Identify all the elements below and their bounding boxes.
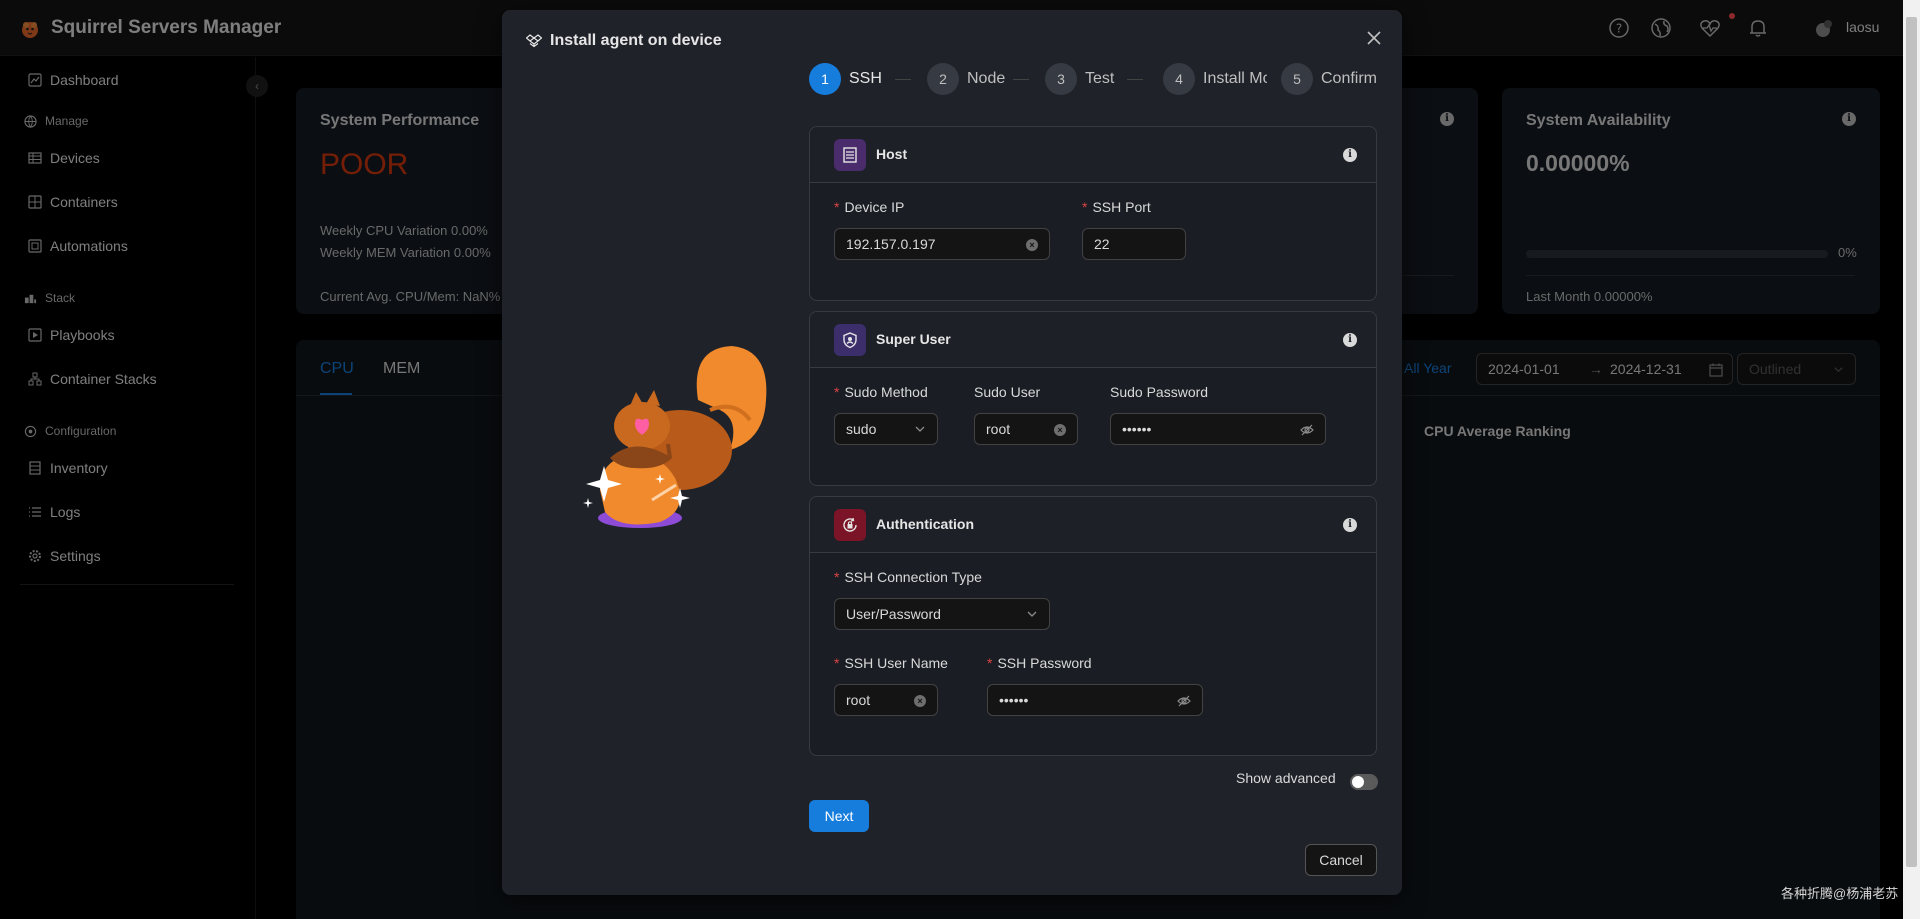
clear-icon[interactable]: × (1054, 424, 1066, 436)
super-user-panel: Super User i * Sudo Method sudo Sudo User… (809, 311, 1377, 486)
step-node[interactable]: 2 Node (927, 63, 1005, 95)
clear-icon[interactable]: × (1026, 239, 1038, 251)
step-number: 5 (1281, 63, 1313, 95)
cancel-button[interactable]: Cancel (1305, 844, 1377, 876)
sudo-method-value: sudo (846, 421, 877, 437)
step-number: 2 (927, 63, 959, 95)
step-confirm[interactable]: 5 Confirm (1281, 63, 1377, 95)
clear-icon[interactable]: × (914, 695, 926, 707)
step-connector (895, 79, 911, 80)
info-icon[interactable]: i (1343, 518, 1357, 532)
server-icon (834, 139, 866, 171)
authentication-panel: Authentication i * SSH Connection Type Us… (809, 496, 1377, 756)
ssh-user-name-label: * SSH User Name (834, 655, 948, 671)
host-panel-header: Host i (810, 127, 1376, 183)
dropbox-icon (526, 34, 542, 48)
step-label: Node (967, 70, 1006, 87)
step-install[interactable]: 4 Install Mo (1163, 63, 1267, 95)
step-ssh[interactable]: 1 SSH (809, 63, 882, 95)
ssh-password-value: •••••• (999, 692, 1029, 708)
eye-invisible-icon[interactable] (1300, 423, 1314, 437)
user-shield-icon (834, 324, 866, 356)
squirrel-illustration (583, 346, 767, 528)
step-number: 3 (1045, 63, 1077, 95)
device-ip-value: 192.157.0.197 (846, 236, 936, 252)
device-ip-label: * Device IP (834, 199, 905, 215)
sudo-method-select[interactable]: sudo (834, 413, 938, 445)
chevron-down-icon (1027, 611, 1037, 617)
step-connector (1013, 79, 1029, 80)
super-user-panel-title: Super User (876, 331, 951, 347)
step-connector (1127, 79, 1143, 80)
ssh-port-input[interactable]: 22 (1082, 228, 1186, 260)
sudo-user-input[interactable]: root × (974, 413, 1078, 445)
toggle-knob (1352, 776, 1364, 788)
sudo-password-value: •••••• (1122, 421, 1152, 437)
ssh-user-name-value: root (846, 692, 871, 708)
ssh-password-label: * SSH Password (987, 655, 1092, 671)
ssh-connection-type-label: * SSH Connection Type (834, 569, 982, 585)
info-icon[interactable]: i (1343, 333, 1357, 347)
step-test[interactable]: 3 Test (1045, 63, 1114, 95)
super-user-panel-header: Super User i (810, 312, 1376, 368)
info-icon[interactable]: i (1343, 148, 1357, 162)
ssh-password-input[interactable]: •••••• (987, 684, 1203, 716)
show-advanced-label: Show advanced (1236, 770, 1336, 786)
device-ip-input[interactable]: 192.157.0.197 × (834, 228, 1050, 260)
host-panel-title: Host (876, 146, 908, 162)
close-icon[interactable] (1364, 28, 1384, 48)
host-panel: Host i * Device IP 192.157.0.197 × * SSH P… (809, 126, 1377, 301)
sudo-user-label: Sudo User (974, 384, 1041, 400)
sudo-method-label: * Sudo Method (834, 384, 928, 400)
ssh-connection-type-value: User/Password (846, 606, 941, 622)
step-label: Confirm (1321, 70, 1378, 87)
next-button[interactable]: Next (809, 800, 869, 832)
ssh-connection-type-select[interactable]: User/Password (834, 598, 1050, 630)
lock-icon (834, 509, 866, 541)
modal-title: Install agent on device (550, 32, 722, 49)
authentication-panel-title: Authentication (876, 516, 974, 532)
ssh-port-label: * SSH Port (1082, 199, 1151, 215)
watermark-text: 各种折腾@杨浦老苏 (1781, 886, 1899, 901)
scrollbar-thumb[interactable] (1906, 17, 1917, 867)
install-agent-modal: Install agent on device 1 SSH 2 Node 3 T… (502, 10, 1402, 895)
authentication-panel-header: Authentication i (810, 497, 1376, 553)
sudo-password-label: Sudo Password (1110, 384, 1209, 400)
ssh-user-name-input[interactable]: root × (834, 684, 938, 716)
step-label: Test (1085, 70, 1115, 87)
step-number: 4 (1163, 63, 1195, 95)
eye-invisible-icon[interactable] (1177, 694, 1191, 708)
step-number: 1 (809, 63, 841, 95)
sudo-password-input[interactable]: •••••• (1110, 413, 1326, 445)
sudo-user-value: root (986, 421, 1011, 437)
step-label: Install Mo (1203, 70, 1267, 87)
step-label: SSH (849, 70, 882, 87)
ssh-port-value: 22 (1094, 236, 1110, 252)
chevron-down-icon (915, 426, 925, 432)
show-advanced-toggle[interactable] (1350, 774, 1378, 790)
